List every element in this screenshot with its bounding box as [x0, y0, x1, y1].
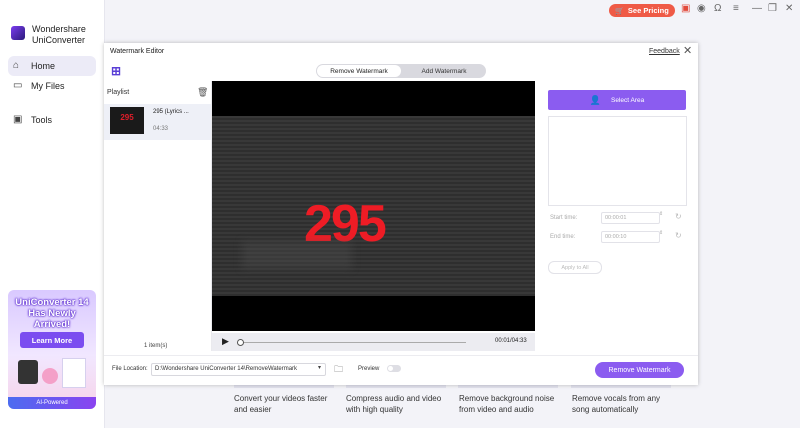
- feature-desc: Compress audio and video: [346, 394, 442, 403]
- play-icon[interactable]: ▶: [222, 336, 229, 347]
- video-preview[interactable]: 295: [212, 81, 535, 331]
- end-time-label: End time:: [550, 234, 576, 240]
- preview-label: Preview: [358, 366, 380, 372]
- select-area-button[interactable]: 👤 Select Area: [548, 90, 686, 110]
- end-time-stepper-icon[interactable]: ⇕: [659, 230, 663, 236]
- reset-icon[interactable]: ↻: [675, 231, 682, 240]
- time-display: 00:01/04:33: [495, 338, 527, 344]
- feature-card-compressor[interactable]: Compress audio and video with high quali…: [346, 393, 456, 415]
- select-area-label: Select Area: [610, 96, 645, 104]
- tab-add-watermark[interactable]: Add Watermark: [402, 65, 486, 77]
- close-icon[interactable]: ✕: [683, 44, 692, 57]
- sidebar-item-label: My Files: [31, 81, 65, 91]
- promo-footer: AI-Powered: [8, 397, 96, 409]
- feature-desc: and easier: [234, 405, 272, 414]
- remove-watermark-button[interactable]: Remove Watermark: [595, 362, 684, 378]
- add-file-icon[interactable]: ⊞: [111, 64, 125, 78]
- watermark-blur-region: [242, 241, 352, 269]
- trash-icon[interactable]: 🗑: [197, 87, 208, 98]
- feature-desc: Convert your videos faster: [234, 394, 328, 403]
- person-icon: 👤: [589, 94, 601, 105]
- home-icon: ⌂: [13, 60, 20, 71]
- player-controls: ▶ 00:01/04:33: [212, 333, 535, 351]
- app-name-line2: UniConverter: [32, 35, 86, 45]
- apply-to-all-button[interactable]: Apply to All: [548, 261, 602, 274]
- close-window-icon[interactable]: ✕: [785, 3, 793, 14]
- seek-handle[interactable]: [236, 339, 244, 346]
- playlist-item[interactable]: 295 295 (Lyrics ... 04:33: [104, 104, 212, 140]
- start-time-label: Start time:: [550, 215, 578, 221]
- sidebar-item-home[interactable]: ⌂ Home: [8, 56, 96, 76]
- restore-icon[interactable]: ❐: [768, 3, 777, 14]
- see-pricing-button[interactable]: 🛒 See Pricing: [609, 4, 675, 17]
- promo-title-line2: Has Newly Arrived!: [28, 308, 76, 330]
- feature-desc: Remove vocals from any: [572, 394, 661, 403]
- feature-card-converter[interactable]: Convert your videos faster and easier: [234, 393, 344, 415]
- learn-more-button[interactable]: Learn More: [20, 332, 84, 348]
- mode-tabs: Remove Watermark Add Watermark: [316, 64, 486, 78]
- divider: [104, 355, 698, 356]
- playlist-item-duration: 04:33: [153, 126, 169, 132]
- reset-icon[interactable]: ↻: [675, 212, 682, 221]
- selected-areas-list: [548, 116, 687, 206]
- start-time-stepper-icon[interactable]: ⇕: [659, 211, 663, 217]
- tab-remove-watermark[interactable]: Remove Watermark: [317, 65, 401, 77]
- app-sidebar: Wondershare UniConverter ⌂ Home ▭ My Fil…: [0, 0, 105, 428]
- toolbox-icon: ▣: [13, 114, 23, 125]
- preview-toggle[interactable]: [387, 365, 401, 372]
- menu-icon[interactable]: ≡: [733, 3, 739, 14]
- promo-title-line1: UniConverter 14: [15, 297, 89, 308]
- earbuds-image: [42, 368, 58, 384]
- video-thumbnail: 295: [110, 107, 144, 134]
- see-pricing-label: See Pricing: [627, 6, 669, 15]
- file-location-input[interactable]: D:\Wondershare UniConverter 14\RemoveWat…: [151, 363, 326, 376]
- feature-desc: with high quality: [346, 405, 403, 414]
- dialog-title: Watermark Editor: [110, 48, 165, 55]
- gift-icon[interactable]: ▣: [681, 3, 690, 14]
- sidebar-item-tools[interactable]: ▣ Tools: [8, 110, 96, 130]
- feature-card-noise-remover[interactable]: Remove background noise from video and a…: [459, 393, 569, 415]
- chevron-down-icon[interactable]: ▾: [318, 364, 321, 371]
- app-name-line1: Wondershare: [32, 24, 86, 34]
- playlist-heading: Playlist: [107, 89, 130, 96]
- minimize-icon[interactable]: —: [752, 3, 762, 14]
- playlist-count: 1 item(s): [144, 343, 168, 349]
- app-logo-icon: [11, 26, 25, 40]
- app-name: Wondershare UniConverter: [32, 24, 102, 46]
- seek-bar[interactable]: [238, 342, 466, 343]
- feature-card-vocal-remover[interactable]: Remove vocals from any song automaticall…: [572, 393, 682, 415]
- video-frame: 295: [212, 116, 535, 296]
- folder-icon[interactable]: 🗀: [334, 362, 343, 378]
- sidebar-item-label: Tools: [31, 115, 53, 125]
- promo-title: UniConverter 14 Has Newly Arrived!: [12, 297, 92, 330]
- thumbnail-text: 295: [120, 113, 134, 122]
- file-location-label: File Location:: [112, 366, 148, 372]
- sidebar-item-my-files[interactable]: ▭ My Files: [8, 76, 96, 96]
- camera-image: [18, 360, 38, 384]
- end-time-input[interactable]: 00:00:10: [601, 231, 660, 243]
- headset-icon[interactable]: Ω: [714, 3, 721, 14]
- feedback-link[interactable]: Feedback: [649, 48, 680, 55]
- start-time-input[interactable]: 00:00:01: [601, 212, 660, 224]
- toggle-knob: [388, 366, 393, 371]
- feature-desc: song automatically: [572, 405, 639, 414]
- cart-icon: 🛒: [615, 7, 624, 15]
- promo-banner[interactable]: UniConverter 14 Has Newly Arrived! Learn…: [8, 290, 96, 409]
- watermark-editor-dialog: Watermark Editor Feedback ✕ ⊞ Remove Wat…: [104, 43, 698, 385]
- user-avatar-icon[interactable]: ◉: [697, 3, 706, 14]
- feature-desc: Remove background noise: [459, 394, 555, 403]
- playlist-item-name: 295 (Lyrics ...: [153, 109, 189, 115]
- files-icon: ▭: [13, 80, 23, 91]
- feature-desc: from video and audio: [459, 405, 534, 414]
- product-box-image: [62, 358, 86, 388]
- sidebar-item-label: Home: [31, 61, 56, 71]
